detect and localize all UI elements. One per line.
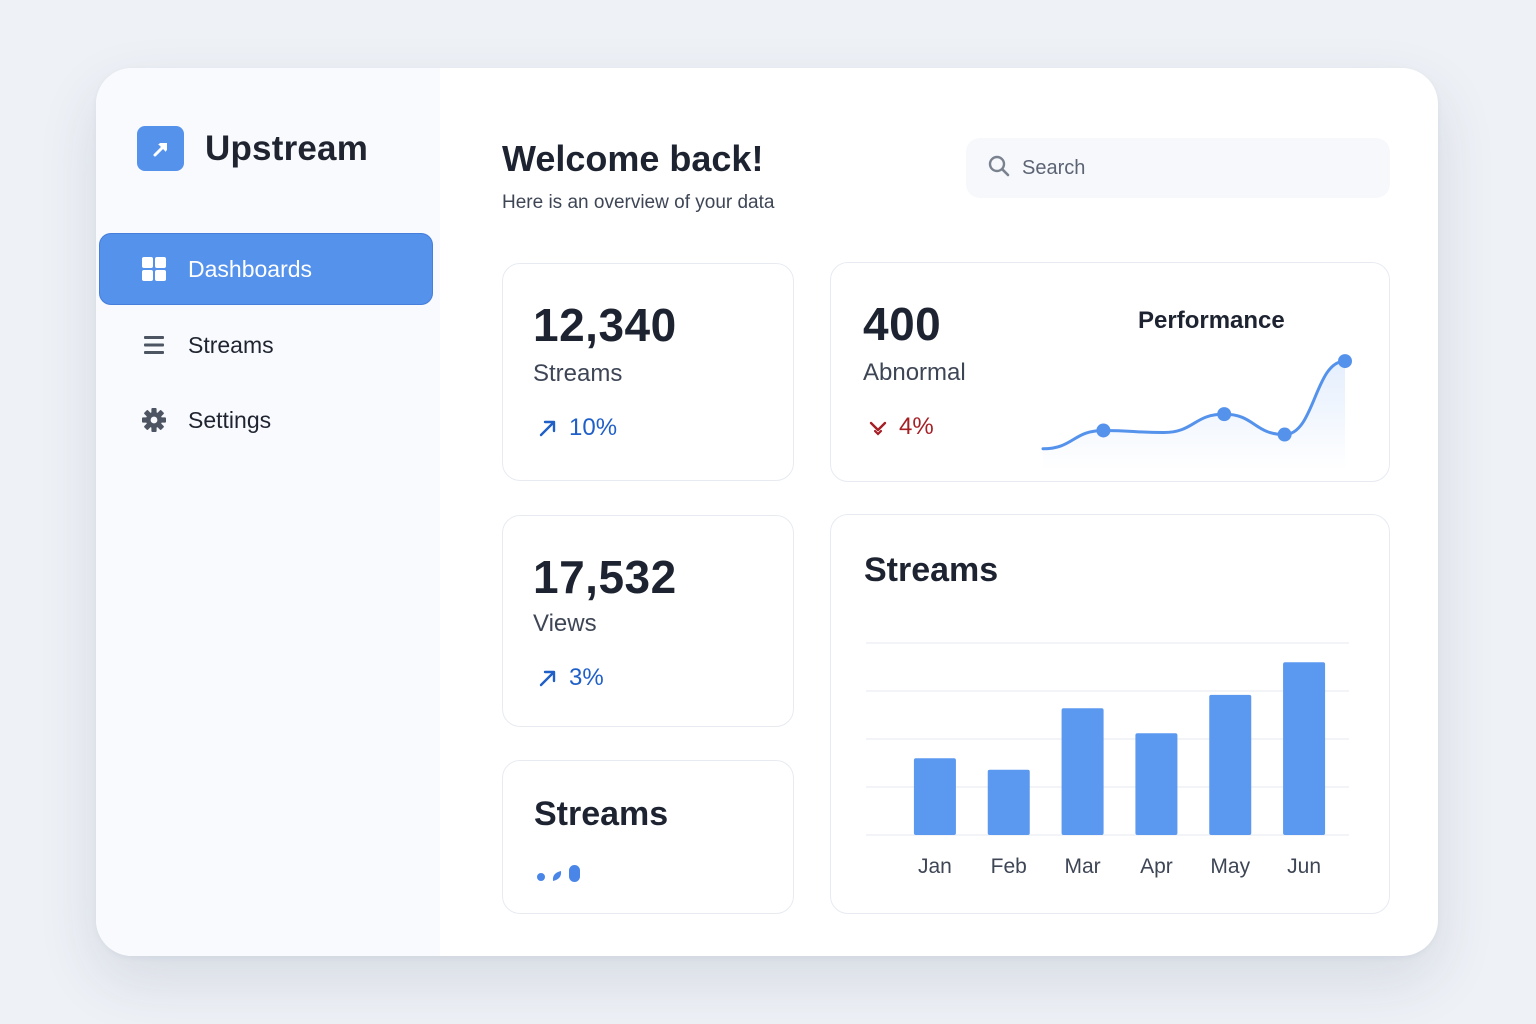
stat-change: 10%	[537, 414, 617, 442]
bar-jan	[913, 758, 956, 835]
x-tick-label: Feb	[991, 855, 1027, 878]
performance-point	[1277, 427, 1292, 442]
bar-may	[1209, 694, 1252, 835]
page-title: Welcome back!	[502, 138, 764, 179]
bar-apr	[1135, 733, 1178, 835]
performance-point	[1096, 423, 1111, 438]
app-name: Upstream	[205, 128, 369, 168]
grid-icon	[140, 255, 168, 283]
x-tick-label: Jan	[918, 855, 952, 878]
streams-stat-card[interactable]: 12,340 Streams 10%	[502, 263, 794, 481]
sidebar-item-settings[interactable]: Settings	[99, 384, 433, 456]
stat-value: 17,532	[533, 551, 677, 603]
streams-mini-card[interactable]: Streams	[502, 760, 794, 914]
x-tick-label: Jun	[1287, 855, 1321, 878]
sidebar-item-streams[interactable]: Streams	[99, 309, 433, 381]
brand[interactable]: Upstream	[137, 126, 368, 171]
list-icon	[140, 331, 168, 359]
page-subtitle: Here is an overview of your data	[502, 192, 775, 213]
bar-feb	[987, 769, 1030, 835]
stat-change: 4%	[867, 413, 934, 441]
stat-change-value: 10%	[569, 414, 618, 441]
abnormal-performance-card[interactable]: 400 Abnormal 4% Performance	[830, 262, 1390, 482]
search-icon	[988, 155, 1010, 182]
x-tick-label: Apr	[1140, 855, 1173, 878]
search-box[interactable]	[966, 138, 1390, 198]
trend-up-icon	[537, 417, 559, 439]
sidebar-item-label: Streams	[188, 331, 274, 358]
stat-change-value: 4%	[899, 413, 934, 440]
streams-mini-title: Streams	[534, 795, 669, 833]
gear-icon	[140, 406, 168, 434]
bar-jun	[1283, 662, 1326, 835]
app-window: Upstream Dashboards Streams Settings Wel…	[96, 68, 1438, 956]
streams-chart-card[interactable]: Streams Jan Feb Mar Apr May Jun	[830, 514, 1390, 914]
arrow-up-right-icon	[137, 126, 184, 171]
performance-title: Performance	[1138, 307, 1285, 334]
sidebar-item-label: Dashboards	[188, 255, 313, 282]
bar-mar	[1061, 708, 1104, 835]
performance-area	[1043, 361, 1345, 471]
views-stat-card[interactable]: 17,532 Views 3%	[502, 515, 794, 727]
trend-up-icon	[537, 667, 559, 689]
trend-down-icon	[867, 416, 889, 438]
streams-bar-chart: Jan Feb Mar Apr May Jun	[866, 642, 1349, 878]
stat-change: 3%	[537, 664, 604, 692]
stat-label: Streams	[533, 360, 623, 387]
performance-point	[1217, 407, 1232, 422]
sidebar-item-dashboards[interactable]: Dashboards	[99, 233, 433, 305]
stat-label: Views	[533, 610, 597, 637]
stat-change-value: 3%	[569, 664, 604, 691]
x-tick-label: May	[1210, 855, 1250, 878]
performance-line-chart	[1041, 354, 1352, 471]
performance-point	[1338, 354, 1352, 369]
x-tick-label: Mar	[1064, 855, 1100, 878]
search-input[interactable]	[1022, 156, 1362, 180]
sidebar: Upstream Dashboards Streams Settings	[96, 68, 440, 956]
sidebar-item-label: Settings	[188, 406, 272, 433]
stat-value: 400	[863, 298, 942, 350]
signal-icon	[535, 861, 583, 890]
stat-label: Abnormal	[863, 359, 966, 386]
stat-value: 12,340	[533, 299, 677, 351]
